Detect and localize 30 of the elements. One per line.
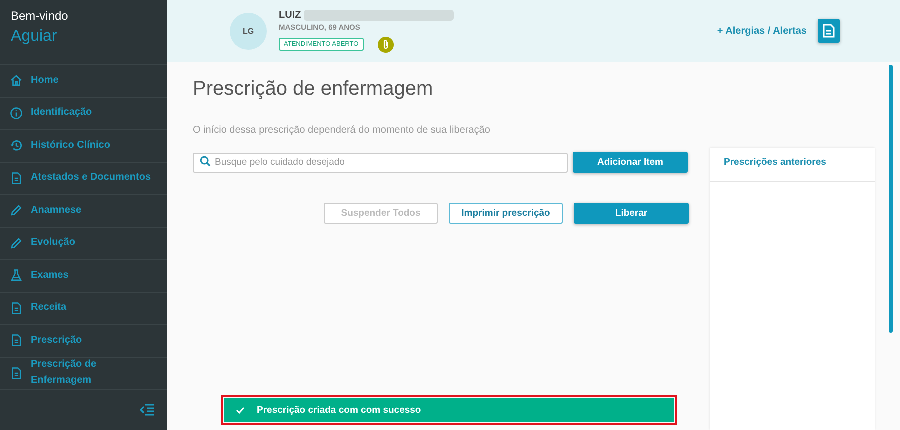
action-button[interactable]: Imprimir prescrição xyxy=(449,203,563,224)
document-icon xyxy=(10,366,23,380)
page-subtitle: O início dessa prescrição dependerá do momento de sua liberação xyxy=(193,125,492,136)
greeting-text: Bem-vindo xyxy=(11,9,70,23)
allergies-link[interactable]: + Alergias / Alertas xyxy=(717,26,807,36)
document-button[interactable] xyxy=(818,19,840,43)
document-icon xyxy=(10,302,23,315)
document-icon xyxy=(10,334,23,348)
action-button[interactable]: Liberar xyxy=(574,203,689,224)
info-icon xyxy=(10,106,23,120)
search-field[interactable]: Busque pelo cuidado desejado xyxy=(193,152,568,172)
history-icon xyxy=(10,139,23,152)
collapse-icon[interactable] xyxy=(140,404,154,416)
flask-icon xyxy=(10,269,23,282)
page-title: Prescrição de enfermagem xyxy=(193,78,434,101)
avatar: LG xyxy=(230,12,267,50)
check-icon xyxy=(236,406,245,414)
user-name: Aguiar xyxy=(11,28,58,46)
paperclip-icon[interactable] xyxy=(378,36,394,52)
document-icon xyxy=(10,172,23,185)
add-item-button[interactable]: Adicionar Item xyxy=(573,152,688,173)
patient-name: LUIZ xyxy=(279,10,302,20)
search-icon xyxy=(200,156,211,167)
pencil-icon xyxy=(10,204,23,218)
scrollbar[interactable] xyxy=(889,65,893,333)
toast-message: Prescrição criada com com sucesso xyxy=(257,404,422,416)
home-icon xyxy=(10,74,23,88)
document-icon xyxy=(823,24,835,38)
panel-title: Prescrições anteriores xyxy=(710,148,875,182)
pencil-icon xyxy=(10,236,23,250)
